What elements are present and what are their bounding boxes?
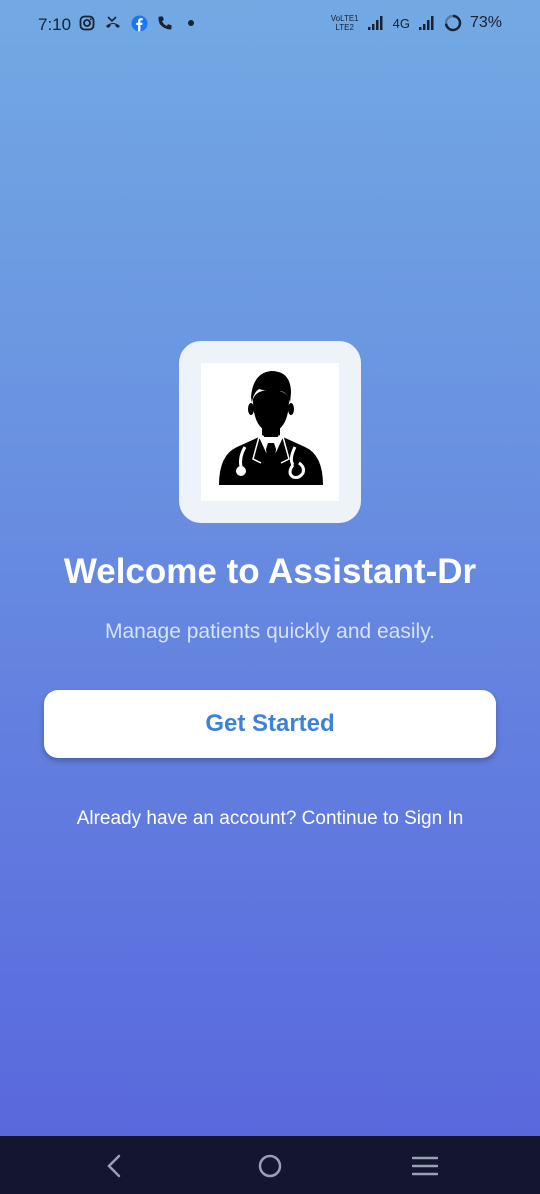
signal-strength-2-icon <box>418 14 436 32</box>
notification-icons <box>78 14 200 32</box>
volte-label-1: VoLTE1 <box>330 14 359 23</box>
sign-in-link[interactable]: Already have an account? Continue to Sig… <box>0 808 540 830</box>
system-nav-bar <box>0 1136 540 1194</box>
missed-call-icon <box>104 14 122 32</box>
home-icon <box>258 1154 282 1178</box>
doctor-icon <box>219 371 323 485</box>
battery-ring-icon <box>444 14 462 32</box>
menu-button[interactable] <box>411 1152 439 1180</box>
phone-icon <box>156 14 174 32</box>
back-icon <box>107 1154 121 1178</box>
system-status: VoLTE1 LTE2 4G 73% <box>331 14 502 32</box>
facebook-icon <box>130 14 148 32</box>
volte-indicator: VoLTE1 LTE2 <box>331 14 359 32</box>
status-bar: 7:10 VoLTE1 LTE2 4G 73% <box>0 0 540 48</box>
welcome-screen: 7:10 VoLTE1 LTE2 4G 73% Welcome to Assis… <box>0 0 540 1194</box>
welcome-title: Welcome to Assistant-Dr <box>63 552 477 591</box>
welcome-subtitle: Manage patients quickly and easily. <box>105 620 435 643</box>
app-logo-card <box>179 341 361 523</box>
status-time: 7:10 <box>38 15 72 34</box>
instagram-icon <box>78 14 96 32</box>
signal-strength-icon <box>367 14 385 32</box>
back-button[interactable] <box>100 1152 128 1180</box>
network-type: 4G <box>392 15 410 31</box>
volte-label-2: LTE2 <box>335 23 354 32</box>
app-logo <box>201 363 339 501</box>
battery-percent: 73% <box>469 14 502 31</box>
home-button[interactable] <box>256 1152 284 1180</box>
get-started-button[interactable]: Get Started <box>44 690 496 758</box>
menu-icon <box>412 1156 438 1176</box>
dot-icon <box>182 14 200 32</box>
